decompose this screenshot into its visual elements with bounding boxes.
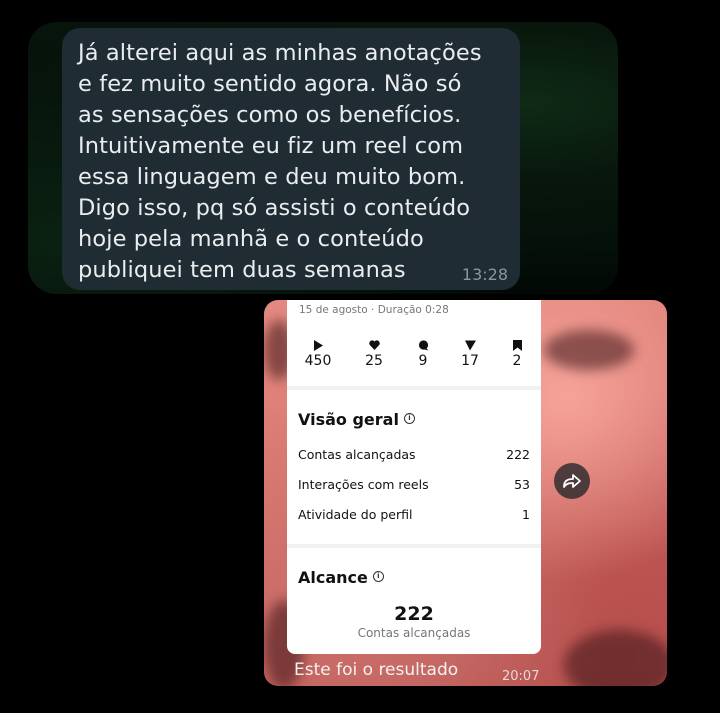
row-accounts-reached: Contas alcançadas 222 (298, 447, 530, 462)
stat-likes: 25 (354, 338, 394, 369)
overview-title: Visão geral i (298, 410, 415, 429)
row-reel-interactions: Interações com reels 53 (298, 477, 530, 492)
row-profile-activity: Atividade do perfil 1 (298, 507, 530, 522)
bookmark-icon (497, 338, 537, 352)
message-timestamp: 20:07 (502, 669, 540, 684)
reach-label: Contas alcançadas (357, 626, 471, 640)
reach-title: Alcance i (298, 568, 384, 587)
message-timestamp: 13:28 (461, 265, 508, 284)
stat-shares: 17 (450, 338, 490, 369)
heart-icon (354, 338, 394, 352)
image-caption: Este foi o resultado (294, 660, 459, 680)
info-icon: i (403, 413, 415, 424)
message-bubble[interactable]: Já alterei aqui as minhas anotações e fe… (62, 28, 520, 290)
insights-screenshot[interactable]: 15 de agosto · Duração 0:28 450 25 9 17 (287, 300, 541, 654)
info-icon: i (372, 571, 384, 582)
divider (287, 544, 541, 548)
reel-meta: 15 de agosto · Duração 0:28 (299, 304, 449, 316)
send-icon (450, 338, 490, 352)
reach-value: 222 (394, 603, 434, 625)
stat-plays: 450 (298, 338, 338, 369)
forward-icon[interactable] (554, 463, 590, 499)
stat-saves: 2 (497, 338, 537, 369)
stat-comments: 9 (403, 338, 443, 369)
message-text: Já alterei aqui as minhas anotações e fe… (78, 40, 482, 283)
reach-summary: 222 Contas alcançadas (287, 603, 541, 640)
play-icon (298, 338, 338, 352)
divider (287, 386, 541, 390)
comment-icon (403, 338, 443, 352)
